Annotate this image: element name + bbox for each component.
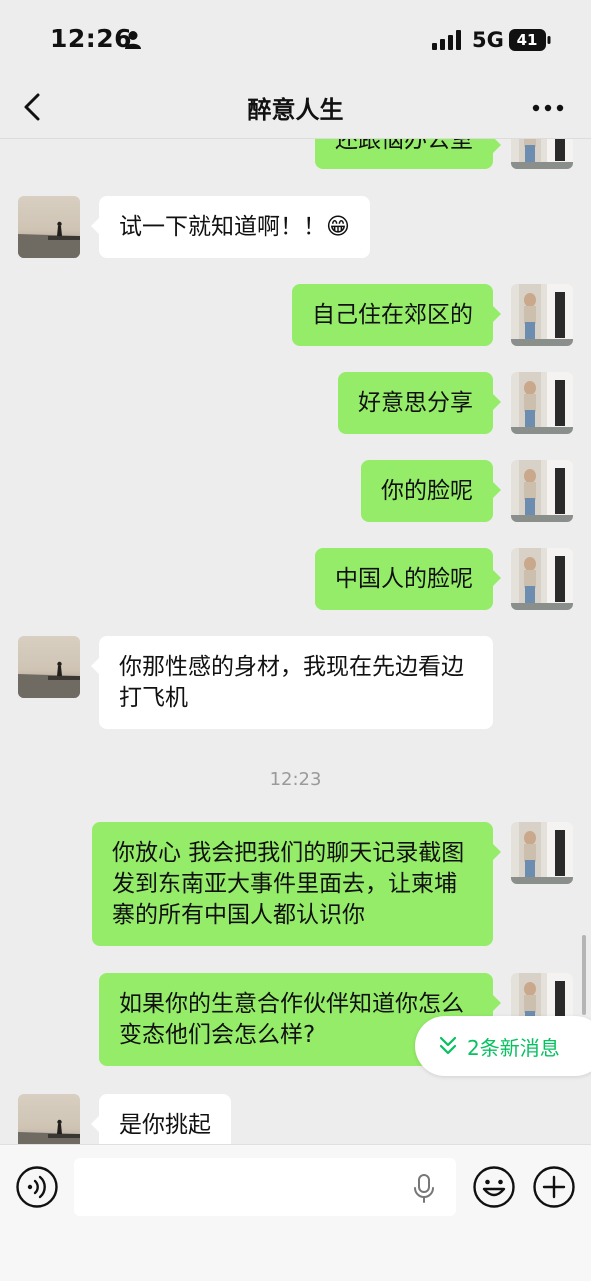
avatar-contact[interactable] [18, 1094, 80, 1144]
more-horizontal-icon[interactable] [530, 96, 566, 120]
avatar-self-image [511, 460, 573, 522]
battery-level: 41 [516, 31, 538, 49]
new-messages-button[interactable]: 2条新消息 [415, 1016, 591, 1076]
avatar-self-image [511, 139, 573, 169]
message-bubble-outgoing[interactable]: 你的脸呢 [361, 460, 501, 522]
message-bubble-incoming[interactable]: 你那性感的身材，我现在先边看边打飞机 [91, 636, 493, 729]
avatar-self-image [511, 822, 573, 884]
avatar-contact[interactable] [18, 636, 80, 698]
input-bar [0, 1144, 591, 1281]
message-list[interactable]: 还跟恼办公室 试一下就知道啊！！😁 自己住在郊区的 好意思分享 你的脸呢 中国人… [0, 139, 591, 1144]
message-bubble-outgoing[interactable]: 还跟恼办公室 [315, 139, 501, 169]
avatar-contact-image [18, 636, 80, 698]
message-bubble-incoming[interactable]: 是你挑起 [91, 1094, 231, 1144]
avatar-contact[interactable] [18, 196, 80, 258]
avatar-contact-image [18, 1094, 80, 1144]
message-input[interactable] [74, 1158, 456, 1216]
message-bubble-outgoing[interactable]: 自己住在郊区的 [292, 284, 501, 346]
message-bubble-outgoing[interactable]: 你放心 我会把我们的聊天记录截图 发到东南亚大事件里面去，让柬埔寨的所有中国人都… [92, 822, 501, 946]
network-type: 5G [472, 28, 504, 52]
plus-circle-icon[interactable] [532, 1165, 576, 1209]
message-bubble-outgoing[interactable]: 好意思分享 [338, 372, 501, 434]
avatar-self-image [511, 284, 573, 346]
avatar-self[interactable] [511, 139, 573, 169]
chat-header: 醉意人生 [0, 78, 591, 139]
double-chevron-down-icon [439, 1036, 457, 1055]
message-bubble-incoming[interactable]: 试一下就知道啊！！😁 [91, 196, 370, 258]
new-messages-label: 2条新消息 [467, 1036, 560, 1060]
status-bar: 12:26 5G 41 [0, 0, 591, 78]
avatar-self[interactable] [511, 372, 573, 434]
avatar-self-image [511, 548, 573, 610]
avatar-self[interactable] [511, 460, 573, 522]
avatar-self-image [511, 372, 573, 434]
status-time: 12:26 [50, 24, 133, 53]
chat-title: 醉意人生 [247, 96, 344, 124]
message-bubble-outgoing[interactable]: 中国人的脸呢 [315, 548, 501, 610]
timestamp: 12:23 [269, 769, 322, 790]
person-icon [125, 31, 141, 49]
avatar-contact-image [18, 196, 80, 258]
voice-icon[interactable] [15, 1165, 59, 1209]
avatar-self[interactable] [511, 548, 573, 610]
avatar-self[interactable] [511, 284, 573, 346]
signal-icon [432, 30, 461, 50]
microphone-icon[interactable] [412, 1174, 436, 1204]
avatar-self[interactable] [511, 822, 573, 884]
scrollbar[interactable] [582, 935, 586, 1015]
emoji-icon[interactable] [472, 1165, 516, 1209]
